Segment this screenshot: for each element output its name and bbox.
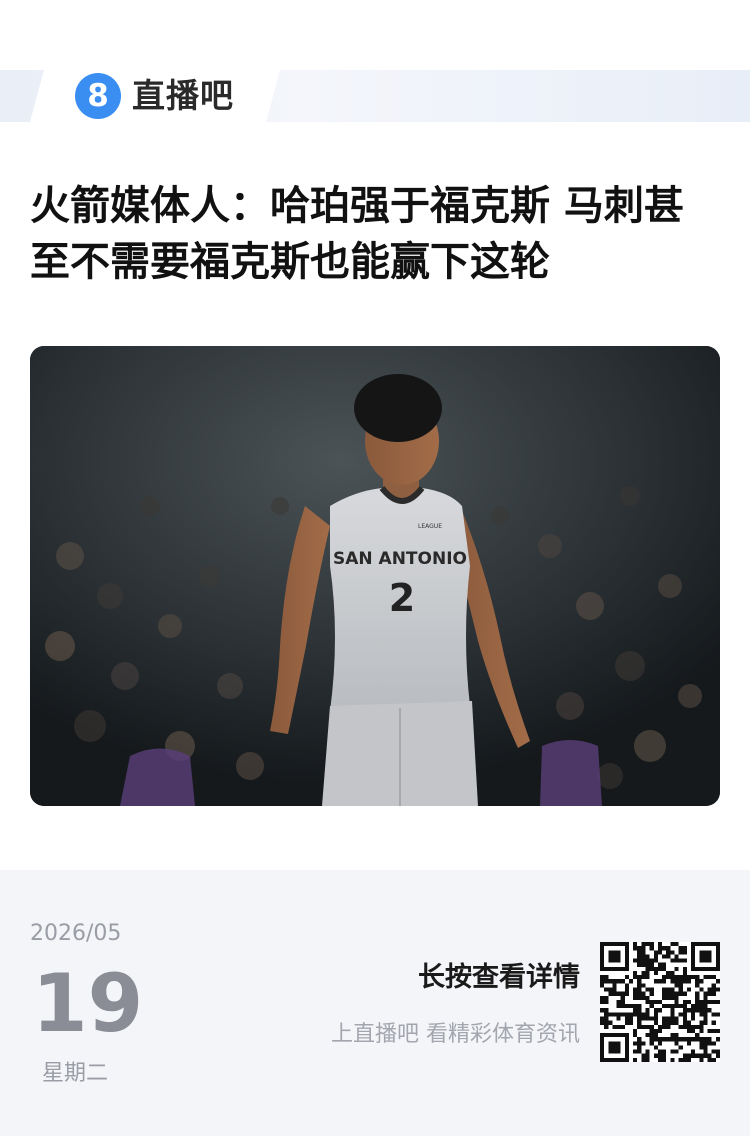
- article-photo[interactable]: SAN ANTONIO 2 LEAGUE: [30, 346, 720, 806]
- qr-code-icon[interactable]: [600, 942, 720, 1062]
- cta-subtitle: 上直播吧 看精彩体育资讯: [331, 1022, 580, 1047]
- brand-name[interactable]: 直播吧: [132, 76, 234, 116]
- jersey-number: 2: [389, 576, 415, 620]
- jersey-text: SAN ANTONIO: [333, 549, 467, 569]
- player-photo-illustration: SAN ANTONIO 2 LEAGUE: [30, 346, 720, 806]
- logo-numeral: 8: [87, 78, 109, 114]
- article-title: 火箭媒体人：哈珀强于福克斯 马刺甚至不需要福克斯也能赢下这轮: [30, 183, 684, 285]
- long-press-cta[interactable]: 长按查看详情: [418, 960, 580, 996]
- number-8-logo-icon[interactable]: 8: [75, 73, 121, 119]
- jersey-tag: LEAGUE: [418, 523, 442, 530]
- date-year-month: 2026/05: [30, 921, 122, 946]
- date-day: 19: [32, 957, 144, 1050]
- qr-code-graphic: [600, 942, 720, 1062]
- date-weekday: 星期二: [42, 1061, 109, 1086]
